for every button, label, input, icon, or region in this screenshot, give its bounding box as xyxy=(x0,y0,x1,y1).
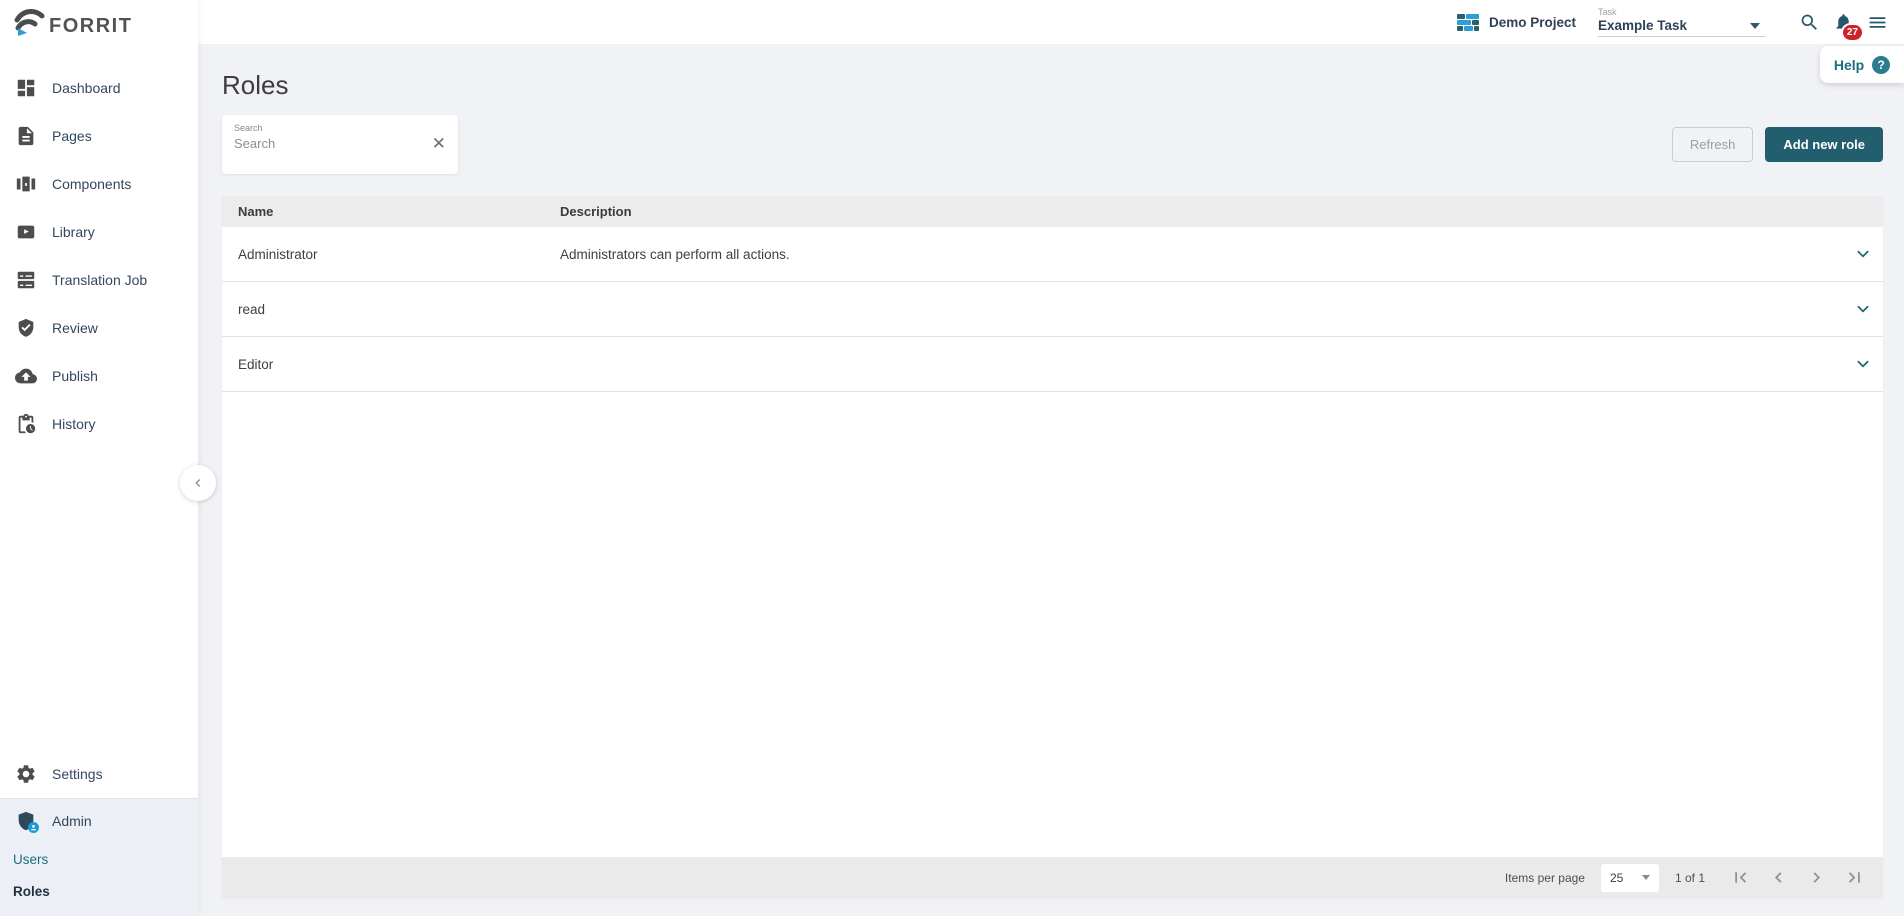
shield-check-icon xyxy=(15,317,37,339)
components-icon xyxy=(15,173,37,195)
sidebar: FORRIT Dashboard Pages Components Librar… xyxy=(0,0,198,916)
sidebar-item-label: Components xyxy=(52,176,132,192)
previous-page-button[interactable] xyxy=(1759,861,1797,895)
search-input[interactable] xyxy=(234,136,404,151)
column-header-description: Description xyxy=(560,204,632,219)
table-empty-area xyxy=(222,392,1883,857)
sidebar-item-settings[interactable]: Settings xyxy=(0,750,198,798)
expand-chevron-down-icon[interactable] xyxy=(1855,301,1871,317)
task-select-label: Task xyxy=(1598,7,1617,17)
roles-table: Name Description Administrator Administr… xyxy=(222,196,1883,898)
expand-chevron-down-icon[interactable] xyxy=(1855,246,1871,262)
sidebar-item-roles[interactable]: Roles xyxy=(0,875,198,907)
sidebar-nav: Dashboard Pages Components Library Trans… xyxy=(0,44,198,448)
sidebar-item-admin[interactable]: Admin xyxy=(0,799,198,843)
pagination-bar: Items per page 25 1 of 1 xyxy=(222,857,1883,898)
search-button[interactable] xyxy=(1792,5,1826,39)
search-field[interactable]: Search ✕ xyxy=(222,115,458,174)
sidebar-item-label: Review xyxy=(52,320,98,336)
sidebar-item-label: Dashboard xyxy=(52,80,121,96)
sidebar-item-label: Publish xyxy=(52,368,98,384)
table-row[interactable]: Editor xyxy=(222,337,1883,392)
chevron-down-icon xyxy=(1750,22,1760,29)
task-select[interactable]: Task Example Task xyxy=(1598,7,1766,37)
search-field-label: Search xyxy=(234,123,263,133)
admin-section: Admin Users Roles xyxy=(0,799,198,916)
page-size-value: 25 xyxy=(1609,870,1624,885)
table-header-row: Name Description xyxy=(222,196,1883,227)
sidebar-item-label: Settings xyxy=(52,766,103,782)
chevron-left-icon xyxy=(1774,872,1781,883)
chevron-down-icon xyxy=(1641,875,1650,880)
refresh-button[interactable]: Refresh xyxy=(1671,127,1754,162)
next-page-button[interactable] xyxy=(1797,861,1835,895)
sidebar-item-history[interactable]: History xyxy=(0,400,198,448)
chevron-right-icon xyxy=(1813,872,1820,883)
last-page-icon xyxy=(1848,872,1860,883)
admin-person-badge xyxy=(28,822,39,833)
sidebar-item-label: Pages xyxy=(52,128,92,144)
sidebar-item-publish[interactable]: Publish xyxy=(0,352,198,400)
menu-button[interactable] xyxy=(1860,5,1894,39)
last-page-button[interactable] xyxy=(1835,861,1873,895)
main-area: Demo Project Task Example Task 27 Help ?… xyxy=(198,0,1904,916)
table-row[interactable]: Administrator Administrators can perform… xyxy=(222,227,1883,282)
notifications-button[interactable]: 27 xyxy=(1826,5,1864,42)
project-grid-icon xyxy=(1456,13,1479,31)
sidebar-item-label: Library xyxy=(52,224,95,240)
logo[interactable]: FORRIT xyxy=(0,0,198,44)
task-select-value: Example Task xyxy=(1598,18,1688,33)
sidebar-item-library[interactable]: Library xyxy=(0,208,198,256)
app-window: FORRIT Dashboard Pages Components Librar… xyxy=(0,0,1904,916)
role-name: Editor xyxy=(238,356,274,372)
media-library-icon xyxy=(15,221,37,243)
page-title: Roles xyxy=(222,70,289,100)
question-mark-icon: ? xyxy=(1872,55,1891,74)
controls-row: Search ✕ Refresh Add new role xyxy=(222,115,1883,174)
hamburger-icon xyxy=(1869,16,1885,28)
items-per-page-label: Items per page xyxy=(1504,870,1585,885)
document-icon xyxy=(15,125,37,147)
clear-search-icon[interactable]: ✕ xyxy=(432,135,446,152)
help-popover[interactable]: Help ? xyxy=(1820,46,1904,83)
gear-icon xyxy=(15,763,37,785)
dashboard-icon xyxy=(15,77,37,99)
sidebar-collapse-button[interactable] xyxy=(180,465,216,501)
sidebar-item-dashboard[interactable]: Dashboard xyxy=(0,64,198,112)
page-content: Roles Search ✕ Refresh Add new role Name… xyxy=(198,44,1904,916)
expand-chevron-down-icon[interactable] xyxy=(1855,356,1871,372)
chevron-left-icon xyxy=(195,479,201,487)
sidebar-item-translation-job[interactable]: Translation Job xyxy=(0,256,198,304)
cloud-upload-icon xyxy=(15,365,37,387)
help-label: Help xyxy=(1833,56,1865,73)
sidebar-item-label: History xyxy=(52,416,96,432)
forrit-logo-icon xyxy=(14,9,45,36)
sidebar-item-review[interactable]: Review xyxy=(0,304,198,352)
first-page-button[interactable] xyxy=(1721,861,1759,895)
history-clipboard-icon xyxy=(15,413,37,435)
sidebar-item-label: Translation Job xyxy=(52,272,148,288)
translation-job-icon xyxy=(15,269,37,291)
search-icon xyxy=(1801,14,1817,30)
topbar: Demo Project Task Example Task 27 xyxy=(198,0,1904,44)
admin-shield-icon xyxy=(15,810,39,833)
sidebar-item-components[interactable]: Components xyxy=(0,160,198,208)
add-new-role-button[interactable]: Add new role xyxy=(1765,127,1883,162)
role-name: read xyxy=(238,301,266,317)
page-range-label: 1 of 1 xyxy=(1674,870,1705,885)
column-header-name: Name xyxy=(238,204,274,219)
sidebar-item-users[interactable]: Users xyxy=(0,843,198,875)
role-description: Administrators can perform all actions. xyxy=(560,246,790,262)
sidebar-item-label: Admin xyxy=(52,813,92,829)
table-row[interactable]: read xyxy=(222,282,1883,337)
page-size-select[interactable]: 25 xyxy=(1600,863,1659,892)
project-name: Demo Project xyxy=(1488,14,1576,30)
project-switcher[interactable]: Demo Project xyxy=(1456,13,1576,31)
first-page-icon xyxy=(1734,872,1746,883)
logo-text: FORRIT xyxy=(49,14,133,37)
role-name: Administrator xyxy=(238,246,318,262)
sidebar-item-pages[interactable]: Pages xyxy=(0,112,198,160)
